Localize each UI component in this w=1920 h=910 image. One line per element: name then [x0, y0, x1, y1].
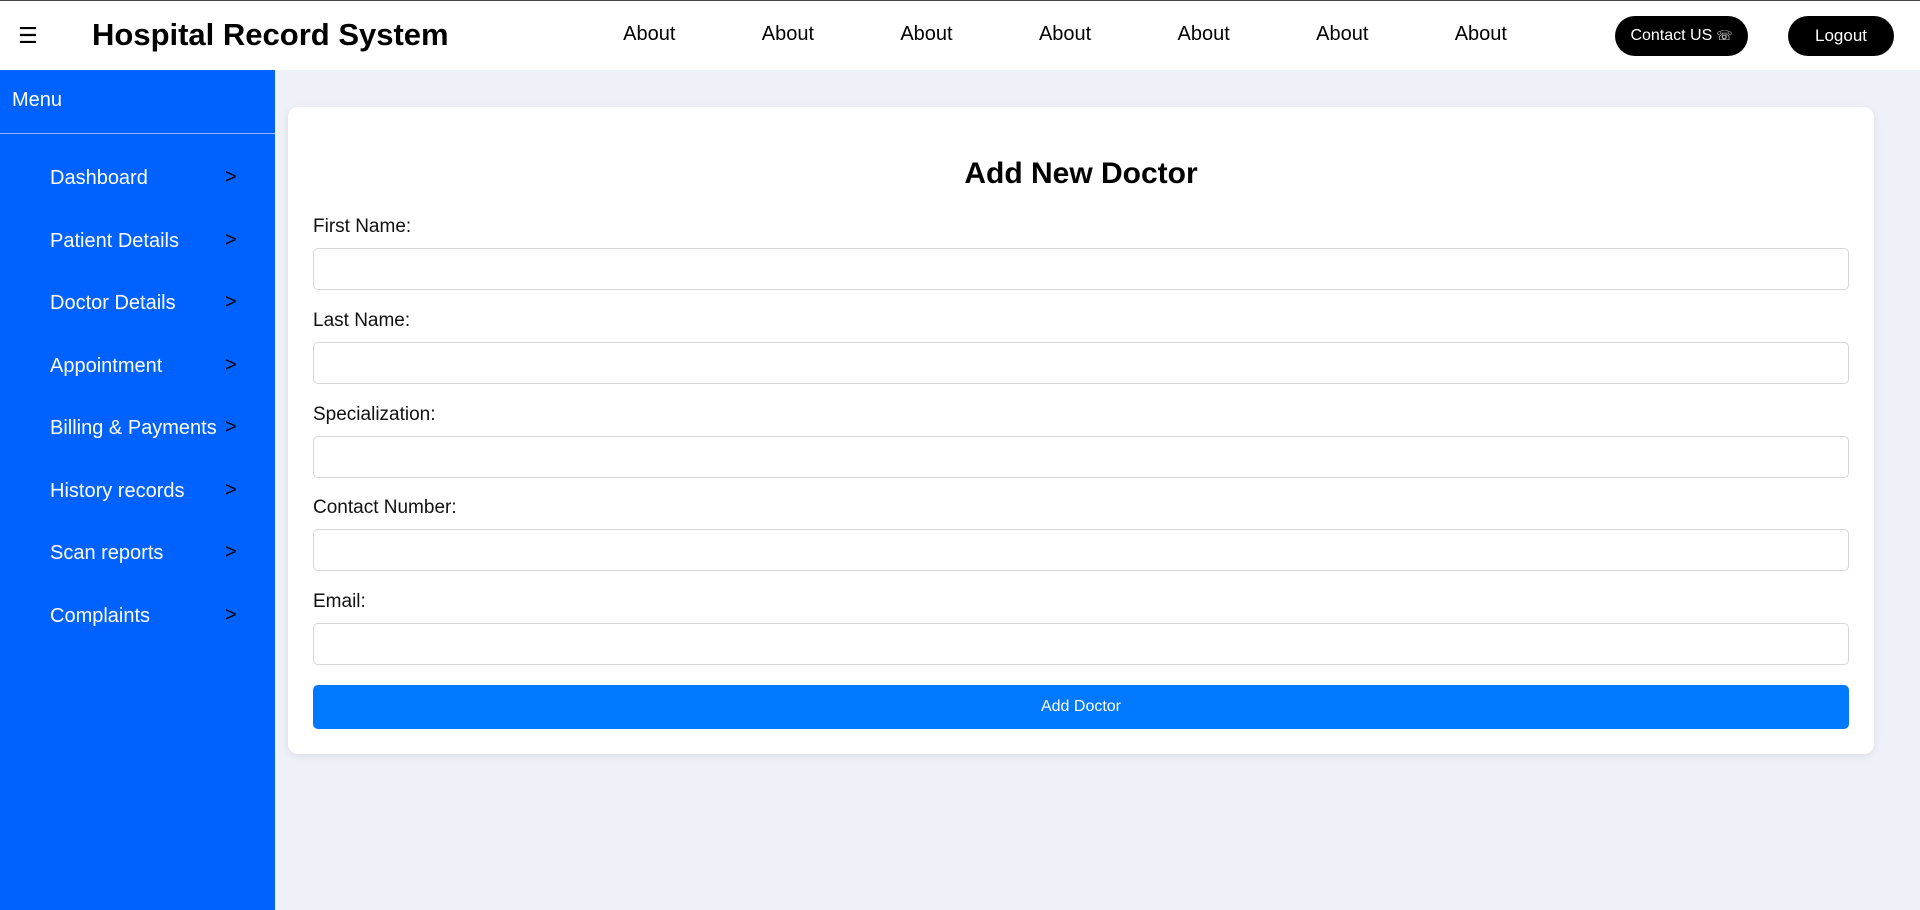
top-nav: About About About About About About Abou…	[580, 23, 1550, 46]
email-input[interactable]	[313, 623, 1849, 665]
top-navbar: ☰ Hospital Record System About About Abo…	[0, 0, 1920, 70]
chevron-right-icon: >	[225, 416, 237, 438]
sidebar-item-doctor-details[interactable]: Doctor Details >	[0, 281, 275, 344]
sidebar-item-appointment[interactable]: Appointment >	[0, 344, 275, 407]
nav-link-about-1[interactable]: About	[580, 23, 719, 46]
sidebar-item-label: Doctor Details	[50, 292, 176, 314]
chevron-right-icon: >	[225, 603, 237, 626]
add-doctor-button[interactable]: Add Doctor	[313, 685, 1849, 729]
sidebar-item-label: Patient Details	[50, 229, 179, 252]
nav-link-about-3[interactable]: About	[857, 23, 996, 46]
sidebar: Menu Dashboard > Patient Details > Docto…	[0, 70, 275, 910]
nav-link-about-7[interactable]: About	[1412, 23, 1551, 46]
sidebar-item-billing-payments[interactable]: Billing & Payments >	[0, 406, 275, 469]
nav-link-about-4[interactable]: About	[996, 23, 1135, 46]
nav-link-about-5[interactable]: About	[1134, 23, 1273, 46]
nav-link-about-2[interactable]: About	[719, 23, 858, 46]
chevron-right-icon: >	[225, 478, 237, 501]
phone-icon: ☏	[1716, 28, 1733, 44]
contact-us-label: Contact US	[1630, 27, 1713, 44]
chevron-right-icon: >	[225, 291, 237, 313]
sidebar-item-dashboard[interactable]: Dashboard >	[0, 156, 275, 219]
contact-number-input[interactable]	[313, 529, 1849, 571]
hamburger-menu-icon[interactable]: ☰	[18, 25, 38, 49]
sidebar-item-label: Appointment	[50, 354, 163, 377]
sidebar-title: Menu	[0, 70, 275, 134]
sidebar-item-complaints[interactable]: Complaints >	[0, 594, 275, 657]
specialization-label: Specialization:	[313, 404, 436, 425]
chevron-right-icon: >	[225, 166, 237, 188]
form-title: Add New Doctor	[964, 157, 1198, 190]
sidebar-item-label: History records	[50, 479, 185, 502]
sidebar-item-label: Scan reports	[50, 542, 164, 564]
add-doctor-form-card: Add New Doctor First Name: Last Name: Sp…	[288, 107, 1874, 754]
sidebar-menu-list: Dashboard > Patient Details > Doctor Det…	[0, 134, 275, 656]
app-title: Hospital Record System	[92, 17, 449, 52]
last-name-input[interactable]	[313, 342, 1849, 384]
sidebar-item-label: Dashboard	[50, 167, 148, 189]
sidebar-item-scan-reports[interactable]: Scan reports >	[0, 531, 275, 594]
specialization-input[interactable]	[313, 436, 1849, 478]
chevron-right-icon: >	[225, 541, 237, 563]
first-name-label: First Name:	[313, 216, 412, 237]
contact-us-button[interactable]: Contact US ☏	[1615, 16, 1748, 56]
first-name-input[interactable]	[313, 248, 1849, 290]
sidebar-item-label: Billing & Payments	[50, 417, 217, 439]
sidebar-item-label: Complaints	[50, 604, 151, 627]
sidebar-item-patient-details[interactable]: Patient Details >	[0, 219, 275, 282]
last-name-label: Last Name:	[313, 310, 411, 331]
nav-link-about-6[interactable]: About	[1273, 23, 1412, 46]
chevron-right-icon: >	[225, 228, 237, 251]
sidebar-item-history-records[interactable]: History records >	[0, 469, 275, 532]
logout-button[interactable]: Logout	[1788, 16, 1894, 56]
contact-number-label: Contact Number:	[313, 497, 457, 518]
email-label: Email:	[313, 591, 366, 612]
chevron-right-icon: >	[225, 353, 237, 376]
